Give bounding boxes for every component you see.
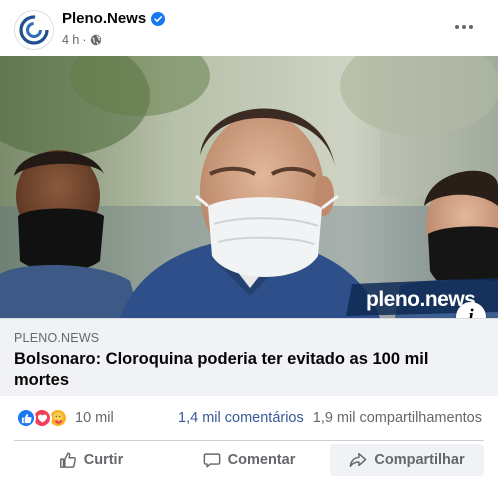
meta-separator: · — [82, 33, 87, 47]
reactions-summary[interactable]: 10 mil — [16, 408, 114, 428]
post-image[interactable]: pleno.news — [0, 56, 498, 318]
post-actions: Curtir Comentar Compartilhar — [14, 444, 484, 476]
share-button[interactable]: Compartilhar — [330, 444, 484, 476]
comments-count-link[interactable]: 1,4 mil comentários — [178, 410, 304, 426]
thumbs-up-icon — [59, 452, 76, 468]
comment-button[interactable]: Comentar — [172, 444, 326, 476]
share-arrow-icon — [350, 452, 367, 468]
share-label: Compartilhar — [374, 452, 465, 468]
post-header: Pleno.News 4 h · — [0, 0, 498, 56]
link-domain: PLENO.NEWS — [14, 331, 100, 345]
link-preview[interactable]: PLENO.NEWS Bolsonaro: Cloroquina poderia… — [0, 318, 498, 396]
divider — [14, 440, 484, 441]
more-options-button[interactable] — [450, 17, 478, 37]
reaction-count[interactable]: 10 mil — [75, 410, 114, 426]
like-button[interactable]: Curtir — [14, 444, 168, 476]
verified-badge-icon — [151, 11, 166, 26]
like-reaction-icon — [16, 408, 36, 428]
page-name-link[interactable]: Pleno.News — [62, 10, 146, 27]
like-label: Curtir — [83, 452, 124, 468]
pleno-logo-icon — [19, 15, 49, 45]
more-options-icon — [455, 25, 459, 29]
engagement-stats: 10 mil 1,4 mil comentários 1,9 mil compa… — [0, 396, 498, 440]
page-avatar[interactable] — [14, 10, 54, 50]
comment-icon — [203, 453, 221, 468]
post-timestamp[interactable]: 4 h — [62, 33, 79, 47]
news-photo: pleno.news — [0, 56, 498, 318]
globe-icon — [90, 34, 101, 46]
comment-label: Comentar — [227, 452, 296, 468]
link-title[interactable]: Bolsonaro: Cloroquina poderia ter evitad… — [14, 349, 454, 391]
shares-count-link[interactable]: 1,9 mil compartilhamentos — [313, 410, 482, 426]
